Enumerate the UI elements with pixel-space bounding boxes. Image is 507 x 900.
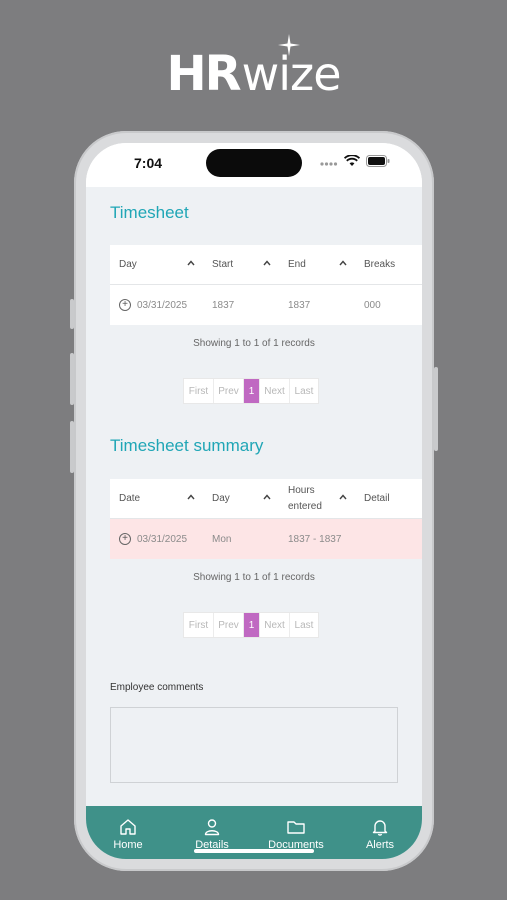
timesheet-records-info: Showing 1 to 1 of 1 records — [193, 338, 315, 349]
cell-detail — [355, 519, 422, 559]
column-header-detail[interactable]: Detail — [355, 479, 422, 518]
bell-icon — [372, 820, 388, 836]
column-header-day[interactable]: Day — [110, 245, 203, 284]
pager-prev[interactable]: Prev — [214, 613, 244, 637]
phone-frame: 7:04 Timesheet Day Start End Breaks + 03… — [70, 131, 438, 871]
volume-up-button — [70, 353, 74, 405]
cell-date: + 03/31/2025 — [110, 519, 203, 559]
pager-first[interactable]: First — [184, 613, 214, 637]
pager-prev[interactable]: Prev — [214, 379, 244, 403]
nav-item-home[interactable]: Home — [86, 806, 170, 859]
cell-hours-entered: 1837 - 1837 — [288, 533, 342, 545]
expand-row-icon[interactable]: + — [119, 533, 131, 545]
timesheet-summary-title: Timesheet summary — [110, 436, 264, 455]
cell-day: Mon — [212, 533, 232, 545]
column-label: Date — [119, 493, 141, 504]
sparkle-icon — [278, 34, 300, 56]
mute-switch — [70, 299, 74, 329]
summary-table: Date Day Hours entered Detail + 03/31/20… — [110, 479, 422, 559]
employee-comments-label: Employee comments — [110, 682, 204, 693]
home-icon — [120, 819, 136, 835]
sort-up-icon — [187, 494, 195, 500]
pager-next[interactable]: Next — [260, 613, 290, 637]
column-label: Breaks — [364, 259, 396, 270]
wifi-icon — [344, 155, 360, 166]
column-label: Start — [212, 259, 234, 270]
timesheet-pagination: First Prev 1 Next Last — [183, 378, 319, 404]
sort-up-icon — [339, 494, 347, 500]
table-row[interactable]: + 03/31/2025 1837 1837 000 — [110, 285, 422, 325]
dynamic-island — [206, 149, 302, 177]
column-label-line1: Hours — [288, 484, 315, 496]
summary-table-header: Date Day Hours entered Detail — [110, 479, 422, 519]
cellular-signal-icon — [320, 162, 338, 166]
app-content: Timesheet Day Start End Breaks + 03/31/2… — [86, 187, 422, 807]
pager-next[interactable]: Next — [260, 379, 290, 403]
nav-label: Alerts — [365, 839, 395, 851]
pager-first[interactable]: First — [184, 379, 214, 403]
timesheet-table-header: Day Start End Breaks — [110, 245, 422, 285]
cell-end: 1837 — [288, 299, 311, 311]
home-indicator[interactable] — [194, 849, 314, 853]
sort-up-icon — [263, 260, 271, 266]
pager-last[interactable]: Last — [290, 613, 318, 637]
summary-records-info: Showing 1 to 1 of 1 records — [193, 572, 315, 583]
battery-icon — [366, 155, 390, 167]
cell-value: 03/31/2025 — [137, 533, 188, 545]
sort-up-icon — [339, 260, 347, 266]
pager-page-1[interactable]: 1 — [244, 379, 260, 403]
column-header-start[interactable]: Start — [203, 245, 279, 284]
summary-pagination: First Prev 1 Next Last — [183, 612, 319, 638]
column-header-breaks[interactable]: Breaks — [355, 245, 422, 284]
folder-icon — [287, 821, 305, 834]
column-header-hours-entered[interactable]: Hours entered — [279, 479, 355, 518]
status-time: 7:04 — [134, 155, 163, 171]
hrwize-logo: HR wize — [0, 34, 507, 104]
timesheet-title: Timesheet — [110, 203, 189, 222]
table-row[interactable]: + 03/31/2025 Mon 1837 - 1837 — [110, 519, 422, 559]
volume-down-button — [70, 421, 74, 473]
timesheet-table: Day Start End Breaks + 03/31/2025 1837 1… — [110, 245, 422, 325]
pager-page-1[interactable]: 1 — [244, 613, 260, 637]
logo-hr: HR — [166, 46, 242, 102]
status-bar: 7:04 — [86, 143, 422, 187]
cell-start: 1837 — [212, 299, 235, 311]
column-header-day[interactable]: Day — [203, 479, 279, 518]
pager-last[interactable]: Last — [290, 379, 318, 403]
expand-row-icon[interactable]: + — [119, 299, 131, 311]
nav-label: Home — [113, 839, 143, 851]
column-header-date[interactable]: Date — [110, 479, 203, 518]
column-label: Day — [212, 493, 230, 504]
column-label: Day — [119, 259, 137, 270]
cell-breaks: 000 — [364, 299, 381, 311]
person-icon — [204, 819, 220, 836]
column-label: Hours entered — [288, 483, 322, 515]
column-label: Detail — [364, 493, 390, 504]
column-label-line2: entered — [288, 500, 322, 512]
sort-up-icon — [263, 494, 271, 500]
power-button — [434, 367, 438, 451]
sort-up-icon — [187, 260, 195, 266]
column-header-end[interactable]: End — [279, 245, 355, 284]
employee-comments-field[interactable] — [110, 707, 398, 783]
cell-day: + 03/31/2025 — [110, 285, 203, 325]
status-icons — [320, 155, 390, 167]
nav-item-alerts[interactable]: Alerts — [338, 806, 422, 859]
column-label: End — [288, 259, 306, 270]
cell-value: 03/31/2025 — [137, 299, 188, 311]
phone-screen: 7:04 Timesheet Day Start End Breaks + 03… — [86, 143, 422, 859]
